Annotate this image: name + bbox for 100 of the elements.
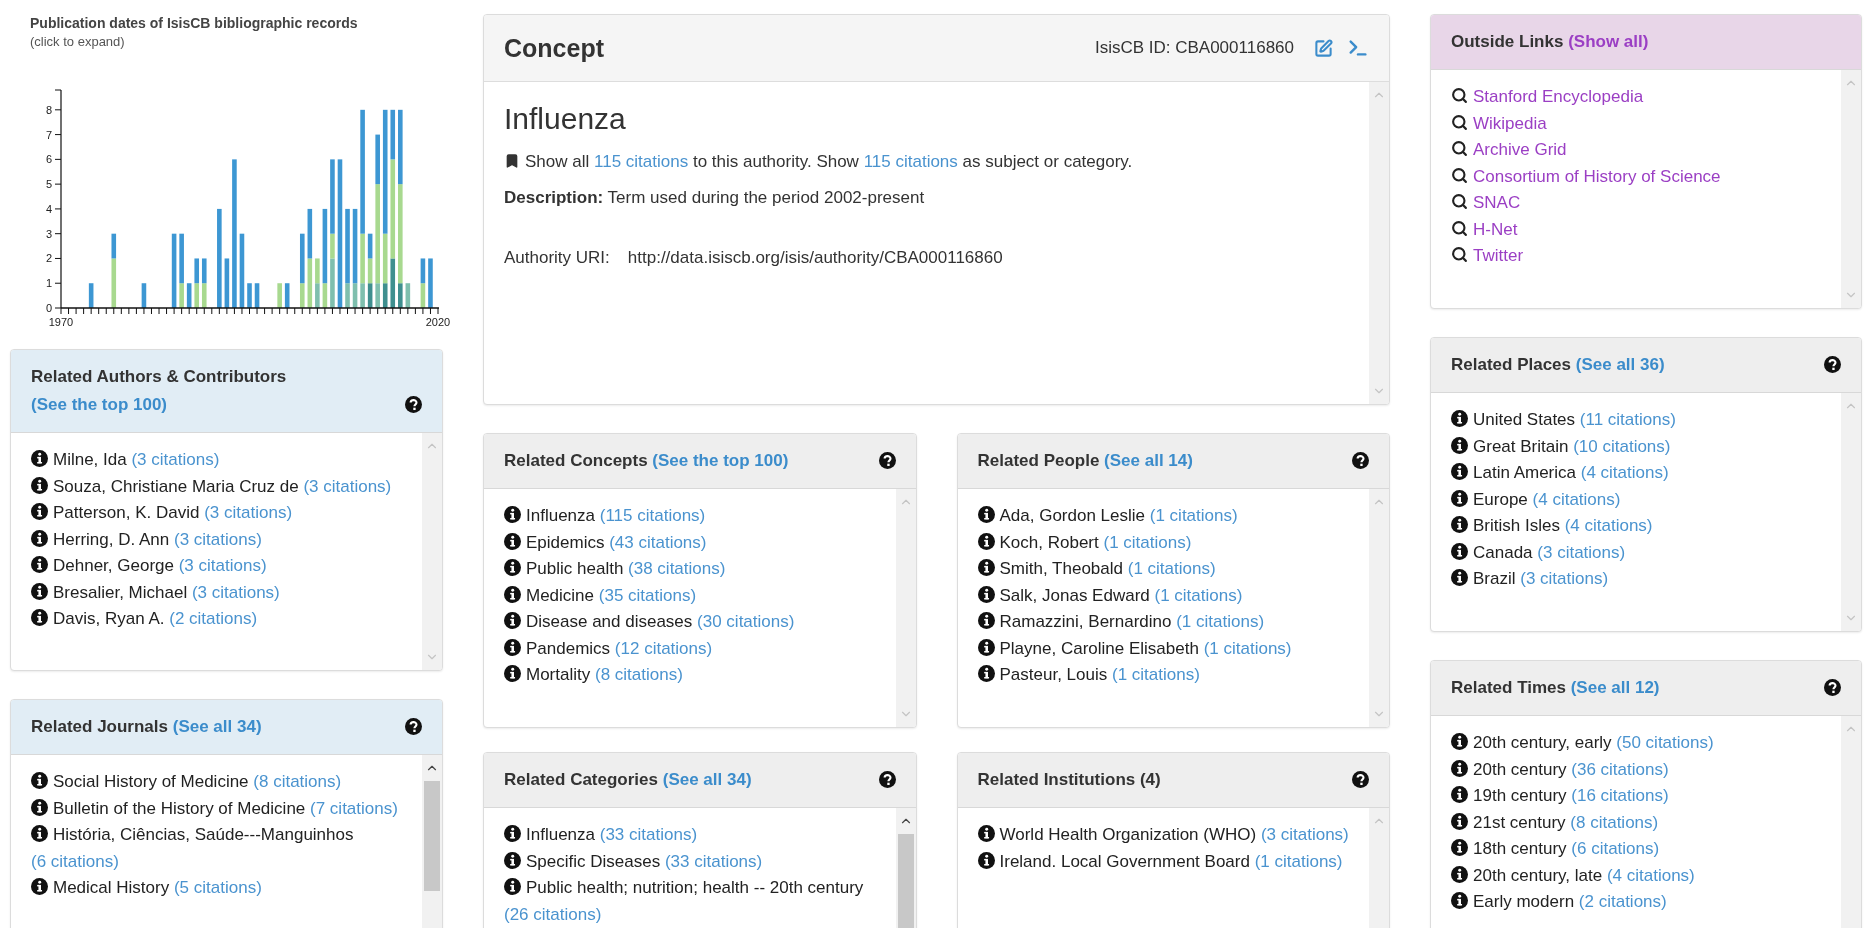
citations-link[interactable]: (8 citations)	[594, 665, 683, 684]
citations-link[interactable]: (10 citations)	[1573, 436, 1671, 456]
scrollbar[interactable]	[1841, 70, 1861, 308]
citations-link[interactable]: (115 citations)	[599, 506, 706, 525]
info-icon	[1451, 410, 1468, 427]
citations-link[interactable]: (33 citations)	[664, 851, 763, 871]
scrollbar[interactable]	[895, 489, 916, 727]
info-icon	[504, 851, 521, 869]
citations-link[interactable]: (35 citations)	[598, 585, 697, 605]
citations-link[interactable]: (3 citations)	[178, 556, 267, 575]
info-icon	[977, 825, 995, 842]
help-icon[interactable]	[405, 396, 422, 413]
help-icon[interactable]	[405, 718, 422, 735]
outside-link[interactable]: Stanford Encyclopedia	[1473, 87, 1644, 106]
see-all-link[interactable]: (See all 14)	[1104, 451, 1193, 470]
citations-link[interactable]: (5 citations)	[173, 878, 262, 897]
outside-link[interactable]: Consortium of History of Science	[1473, 166, 1721, 186]
citations-link[interactable]: (33 citations)	[599, 825, 698, 844]
citations-link[interactable]: (4 citations)	[1580, 463, 1669, 482]
citations-link[interactable]: (3 citations)	[1520, 569, 1609, 588]
scrollbar-thumb[interactable]	[424, 781, 440, 891]
search-icon	[1451, 193, 1468, 210]
citations-link[interactable]: (8 citations)	[253, 772, 342, 791]
see-all-link[interactable]: (See the top 100)	[652, 451, 789, 470]
citations-link[interactable]: (12 citations)	[614, 638, 713, 658]
outside-link[interactable]: Wikipedia	[1473, 113, 1547, 133]
citations-link[interactable]: (1 citations)	[1176, 612, 1265, 631]
scrollbar[interactable]	[1369, 489, 1389, 727]
citations-link[interactable]: (2 citations)	[169, 609, 258, 628]
info-icon	[504, 825, 521, 842]
citations-link[interactable]: (43 citations)	[609, 532, 707, 552]
citations-link[interactable]: (38 citations)	[628, 559, 726, 578]
citations-link[interactable]: (30 citations)	[697, 612, 795, 631]
edit-icon[interactable]	[1314, 38, 1333, 58]
citations-link[interactable]: (50 citations)	[1616, 733, 1714, 752]
see-all-link[interactable]: (See all 12)	[1570, 678, 1660, 697]
citations-link[interactable]: (3 citations)	[191, 582, 280, 602]
outside-link[interactable]: H-Net	[1473, 219, 1518, 239]
citations-link[interactable]: (4 citations)	[1532, 489, 1621, 509]
scrollbar-thumb[interactable]	[897, 834, 914, 928]
citations-link[interactable]: (3 citations)	[204, 503, 293, 522]
see-all-link[interactable]: (See all 36)	[1575, 355, 1665, 374]
citations-link[interactable]: (1 citations)	[1203, 638, 1292, 658]
citations-link[interactable]: (1 citations)	[1254, 851, 1343, 871]
scrollbar[interactable]	[1841, 393, 1861, 631]
search-icon	[1451, 219, 1468, 237]
terminal-icon[interactable]	[1347, 37, 1369, 59]
citations-link[interactable]: (36 citations)	[1571, 759, 1669, 779]
info-icon	[1451, 733, 1468, 750]
see-all-link[interactable]: (See all 34)	[172, 717, 262, 736]
scrollbar[interactable]	[422, 433, 442, 670]
help-icon[interactable]	[1352, 771, 1369, 788]
see-all-link[interactable]: (See the top 100)	[31, 395, 168, 414]
help-icon[interactable]	[878, 452, 896, 469]
citations-link[interactable]: (11 citations)	[1579, 410, 1676, 429]
info-icon	[31, 529, 48, 547]
item-name: Patterson, K. David	[53, 503, 200, 522]
item-name: Mortality	[526, 665, 591, 684]
see-all-link[interactable]: (See all 34)	[662, 770, 752, 789]
info-icon	[977, 506, 995, 523]
outside-link[interactable]: SNAC	[1473, 193, 1521, 212]
citations-link[interactable]: (6 citations)	[31, 851, 119, 871]
citations-link[interactable]: (6 citations)	[1571, 839, 1660, 858]
item-name: Social History of Medicine	[53, 772, 249, 791]
show-all-link[interactable]: (Show all)	[1568, 32, 1649, 51]
citations-link[interactable]: (3 citations)	[1537, 542, 1626, 562]
citations-link[interactable]: 115 citations	[594, 152, 689, 171]
info-icon	[31, 878, 48, 895]
chart-subtitle[interactable]: (click to expand)	[30, 33, 443, 51]
citations-sentence: Show all 115 citations to this authority. Show 115 citations as subject or category.	[525, 152, 1133, 171]
item-name: Pandemics	[526, 638, 611, 658]
scrollbar[interactable]	[1369, 82, 1389, 404]
citations-link[interactable]: (3 citations)	[173, 529, 262, 549]
panel-title: Related Times	[1451, 678, 1566, 697]
citations-link[interactable]: (16 citations)	[1571, 786, 1669, 805]
help-icon[interactable]	[1352, 452, 1369, 469]
citations-link[interactable]: (3 citations)	[303, 476, 392, 496]
help-icon[interactable]	[878, 771, 896, 788]
citations-link[interactable]: (3 citations)	[1260, 825, 1349, 844]
uri-value: http://data.isiscb.org/isis/authority/CBA000116860	[627, 248, 1003, 268]
citations-link[interactable]: (1 citations)	[1103, 532, 1192, 552]
citations-link[interactable]: (1 citations)	[1112, 665, 1200, 684]
help-icon[interactable]	[1824, 679, 1841, 696]
panel-title: Related People	[977, 451, 1100, 470]
item-name: Brazil	[1473, 569, 1516, 588]
citations-link[interactable]: 115 citations	[863, 152, 958, 171]
outside-link[interactable]: Twitter	[1473, 246, 1524, 265]
citations-link[interactable]: (8 citations)	[1570, 812, 1659, 832]
citations-link[interactable]: (1 citations)	[1127, 559, 1216, 578]
citations-link[interactable]: (2 citations)	[1578, 892, 1667, 911]
outside-link[interactable]: Archive Grid	[1473, 140, 1567, 159]
citations-link[interactable]: (26 citations)	[504, 904, 602, 924]
citations-link[interactable]: (4 citations)	[1606, 865, 1695, 885]
citations-link[interactable]: (7 citations)	[310, 798, 398, 818]
citations-link[interactable]: (4 citations)	[1564, 516, 1653, 535]
citations-link[interactable]: (1 citations)	[1154, 585, 1243, 605]
citations-link[interactable]: (1 citations)	[1149, 506, 1238, 525]
info-icon	[1451, 759, 1468, 777]
help-icon[interactable]	[1824, 356, 1841, 373]
citations-link[interactable]: (3 citations)	[131, 450, 220, 469]
